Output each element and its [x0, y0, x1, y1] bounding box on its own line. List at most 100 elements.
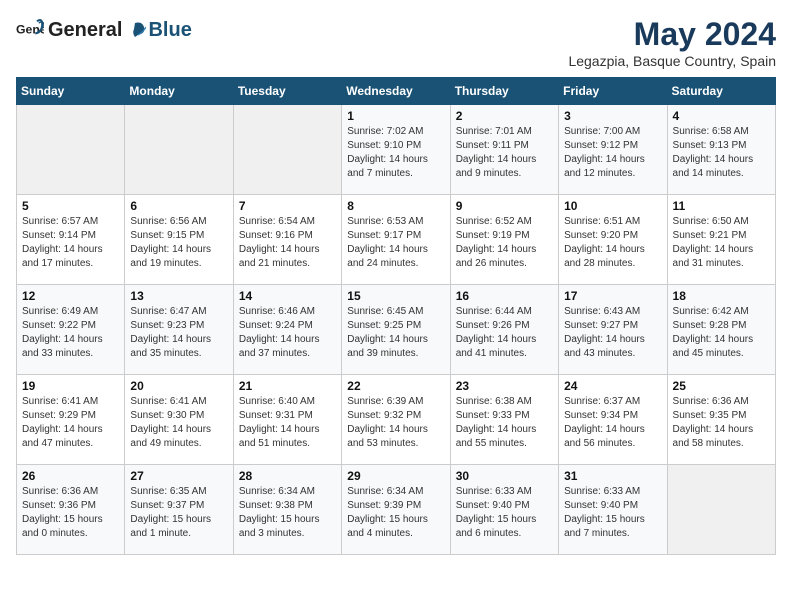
day-number: 13: [130, 289, 227, 303]
day-number: 2: [456, 109, 553, 123]
calendar-day-cell: [233, 105, 341, 195]
day-number: 4: [673, 109, 770, 123]
calendar-day-cell: 12Sunrise: 6:49 AM Sunset: 9:22 PM Dayli…: [17, 285, 125, 375]
calendar-day-cell: 6Sunrise: 6:56 AM Sunset: 9:15 PM Daylig…: [125, 195, 233, 285]
day-info: Sunrise: 6:54 AM Sunset: 9:16 PM Dayligh…: [239, 215, 336, 271]
day-number: 10: [564, 199, 661, 213]
day-info: Sunrise: 6:33 AM Sunset: 9:40 PM Dayligh…: [456, 485, 553, 541]
calendar-day-cell: 3Sunrise: 7:00 AM Sunset: 9:12 PM Daylig…: [559, 105, 667, 195]
calendar-day-cell: 21 Sunrise: 6:40 AM Sunset: 9:31 PM Dayli…: [233, 375, 341, 465]
day-number: 27: [130, 469, 227, 483]
calendar-day-cell: 23Sunrise: 6:38 AM Sunset: 9:33 PM Dayli…: [450, 375, 558, 465]
calendar-day-cell: [125, 105, 233, 195]
weekday-header: Sunday: [17, 78, 125, 105]
calendar-table: SundayMondayTuesdayWednesdayThursdayFrid…: [16, 77, 776, 555]
calendar-day-cell: 2 Sunrise: 7:01 AM Sunset: 9:11 PM Daylig…: [450, 105, 558, 195]
calendar-week-row: 1 Sunrise: 7:02 AM Sunset: 9:10 PM Daylig…: [17, 105, 776, 195]
calendar-day-cell: 1 Sunrise: 7:02 AM Sunset: 9:10 PM Daylig…: [342, 105, 450, 195]
day-info: Sunrise: 7:02 AM Sunset: 9:10 PM Dayligh…: [347, 125, 444, 181]
day-info: Sunrise: 6:52 AM Sunset: 9:19 PM Dayligh…: [456, 215, 553, 271]
calendar-week-row: 5Sunrise: 6:57 AM Sunset: 9:14 PM Daylig…: [17, 195, 776, 285]
day-info: Sunrise: 6:50 AM Sunset: 9:21 PM Dayligh…: [673, 215, 770, 271]
day-info: Sunrise: 7:01 AM Sunset: 9:11 PM Dayligh…: [456, 125, 553, 181]
day-info: Sunrise: 6:35 AM Sunset: 9:37 PM Dayligh…: [130, 485, 227, 541]
day-number: 15: [347, 289, 444, 303]
calendar-day-cell: 28Sunrise: 6:34 AM Sunset: 9:38 PM Dayli…: [233, 465, 341, 555]
calendar-day-cell: 24 Sunrise: 6:37 AM Sunset: 9:34 PM Dayli…: [559, 375, 667, 465]
day-number: 8: [347, 199, 444, 213]
day-number: 19: [22, 379, 119, 393]
calendar-day-cell: 22 Sunrise: 6:39 AM Sunset: 9:32 PM Dayli…: [342, 375, 450, 465]
day-number: 20: [130, 379, 227, 393]
day-number: 21: [239, 379, 336, 393]
calendar-day-cell: 25 Sunrise: 6:36 AM Sunset: 9:35 PM Dayli…: [667, 375, 775, 465]
calendar-header: SundayMondayTuesdayWednesdayThursdayFrid…: [17, 78, 776, 105]
logo: General General Blue: [16, 16, 192, 44]
day-number: 25: [673, 379, 770, 393]
day-info: Sunrise: 6:33 AM Sunset: 9:40 PM Dayligh…: [564, 485, 661, 541]
day-info: Sunrise: 6:42 AM Sunset: 9:28 PM Dayligh…: [673, 305, 770, 361]
day-info: Sunrise: 6:40 AM Sunset: 9:31 PM Dayligh…: [239, 395, 336, 451]
month-year-title: May 2024: [568, 16, 776, 53]
calendar-day-cell: 10 Sunrise: 6:51 AM Sunset: 9:20 PM Dayli…: [559, 195, 667, 285]
day-number: 31: [564, 469, 661, 483]
day-number: 17: [564, 289, 661, 303]
page-header: General General Blue May 2024 Legazpia, …: [16, 16, 776, 69]
day-number: 7: [239, 199, 336, 213]
weekday-header: Friday: [559, 78, 667, 105]
calendar-day-cell: 20 Sunrise: 6:41 AM Sunset: 9:30 PM Dayli…: [125, 375, 233, 465]
day-info: Sunrise: 6:39 AM Sunset: 9:32 PM Dayligh…: [347, 395, 444, 451]
logo-blue-text: Blue: [148, 19, 191, 42]
day-number: 30: [456, 469, 553, 483]
day-info: Sunrise: 6:51 AM Sunset: 9:20 PM Dayligh…: [564, 215, 661, 271]
day-number: 28: [239, 469, 336, 483]
calendar-day-cell: 29 Sunrise: 6:34 AM Sunset: 9:39 PM Dayli…: [342, 465, 450, 555]
day-info: Sunrise: 6:38 AM Sunset: 9:33 PM Dayligh…: [456, 395, 553, 451]
day-info: Sunrise: 6:46 AM Sunset: 9:24 PM Dayligh…: [239, 305, 336, 361]
day-info: Sunrise: 6:37 AM Sunset: 9:34 PM Dayligh…: [564, 395, 661, 451]
calendar-day-cell: 19 Sunrise: 6:41 AM Sunset: 9:29 PM Dayli…: [17, 375, 125, 465]
day-number: 14: [239, 289, 336, 303]
calendar-day-cell: 13 Sunrise: 6:47 AM Sunset: 9:23 PM Dayli…: [125, 285, 233, 375]
day-info: Sunrise: 6:44 AM Sunset: 9:26 PM Dayligh…: [456, 305, 553, 361]
svg-text:General: General: [16, 23, 44, 37]
calendar-day-cell: [667, 465, 775, 555]
day-number: 9: [456, 199, 553, 213]
day-info: Sunrise: 6:47 AM Sunset: 9:23 PM Dayligh…: [130, 305, 227, 361]
calendar-day-cell: 30 Sunrise: 6:33 AM Sunset: 9:40 PM Dayli…: [450, 465, 558, 555]
day-number: 1: [347, 109, 444, 123]
calendar-day-cell: 31 Sunrise: 6:33 AM Sunset: 9:40 PM Dayli…: [559, 465, 667, 555]
calendar-day-cell: 9 Sunrise: 6:52 AM Sunset: 9:19 PM Daylig…: [450, 195, 558, 285]
day-info: Sunrise: 6:53 AM Sunset: 9:17 PM Dayligh…: [347, 215, 444, 271]
day-number: 11: [673, 199, 770, 213]
calendar-day-cell: 4Sunrise: 6:58 AM Sunset: 9:13 PM Daylig…: [667, 105, 775, 195]
day-number: 22: [347, 379, 444, 393]
weekday-header: Saturday: [667, 78, 775, 105]
calendar-day-cell: 14 Sunrise: 6:46 AM Sunset: 9:24 PM Dayli…: [233, 285, 341, 375]
day-info: Sunrise: 6:41 AM Sunset: 9:30 PM Dayligh…: [130, 395, 227, 451]
day-info: Sunrise: 6:36 AM Sunset: 9:36 PM Dayligh…: [22, 485, 119, 541]
calendar-day-cell: 26 Sunrise: 6:36 AM Sunset: 9:36 PM Dayli…: [17, 465, 125, 555]
day-info: Sunrise: 6:34 AM Sunset: 9:39 PM Dayligh…: [347, 485, 444, 541]
calendar-day-cell: [17, 105, 125, 195]
calendar-day-cell: 16Sunrise: 6:44 AM Sunset: 9:26 PM Dayli…: [450, 285, 558, 375]
calendar-day-cell: 18 Sunrise: 6:42 AM Sunset: 9:28 PM Dayli…: [667, 285, 775, 375]
day-info: Sunrise: 6:36 AM Sunset: 9:35 PM Dayligh…: [673, 395, 770, 451]
day-number: 18: [673, 289, 770, 303]
calendar-day-cell: 5Sunrise: 6:57 AM Sunset: 9:14 PM Daylig…: [17, 195, 125, 285]
calendar-week-row: 12Sunrise: 6:49 AM Sunset: 9:22 PM Dayli…: [17, 285, 776, 375]
day-number: 26: [22, 469, 119, 483]
calendar-day-cell: 8 Sunrise: 6:53 AM Sunset: 9:17 PM Daylig…: [342, 195, 450, 285]
logo-general-text: General: [48, 19, 122, 42]
header-row: SundayMondayTuesdayWednesdayThursdayFrid…: [17, 78, 776, 105]
day-number: 24: [564, 379, 661, 393]
weekday-header: Monday: [125, 78, 233, 105]
calendar-day-cell: 11 Sunrise: 6:50 AM Sunset: 9:21 PM Dayli…: [667, 195, 775, 285]
title-block: May 2024 Legazpia, Basque Country, Spain: [568, 16, 776, 69]
day-number: 29: [347, 469, 444, 483]
logo-icon: General: [16, 16, 44, 44]
weekday-header: Tuesday: [233, 78, 341, 105]
day-info: Sunrise: 6:41 AM Sunset: 9:29 PM Dayligh…: [22, 395, 119, 451]
weekday-header: Wednesday: [342, 78, 450, 105]
day-info: Sunrise: 6:56 AM Sunset: 9:15 PM Dayligh…: [130, 215, 227, 271]
